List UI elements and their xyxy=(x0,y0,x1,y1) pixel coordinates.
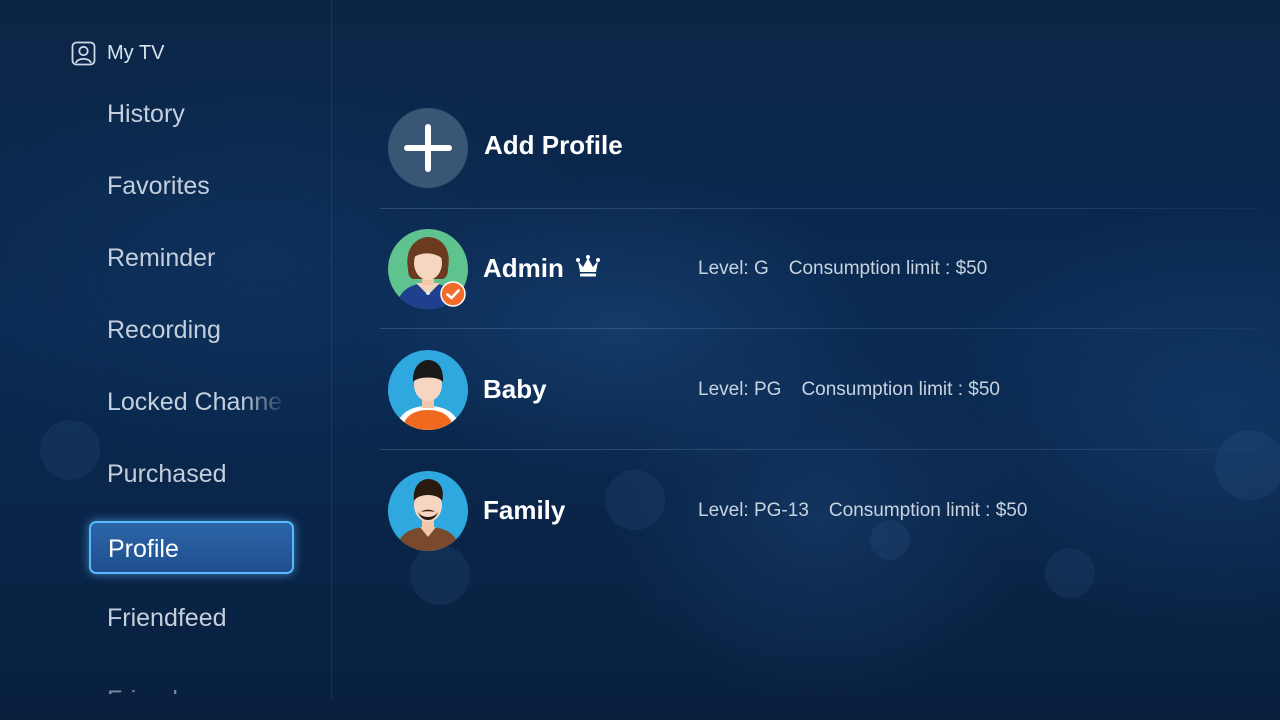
profile-row-family[interactable]: Family Level: PG-13 Consumption limit : $… xyxy=(380,451,1260,571)
profile-name: Admin xyxy=(483,253,564,283)
divider xyxy=(380,449,1260,450)
my-tv-title: My TV xyxy=(107,41,165,64)
profile-info: Level: PG-13 Consumption limit : $50 xyxy=(698,500,1027,522)
sidebar-item-friendfeed[interactable]: Friendfeed xyxy=(107,598,287,638)
add-profile-label[interactable]: Add Profile xyxy=(484,130,623,161)
user-icon xyxy=(71,41,96,66)
profile-row-admin[interactable]: Admin Level: G Consumption limit : $50 xyxy=(380,209,1260,329)
profile-row-baby[interactable]: Baby Level: PG Consumption limit : $50 xyxy=(380,330,1260,450)
add-profile-circle[interactable] xyxy=(388,108,468,188)
plus-icon xyxy=(404,124,452,172)
my-tv-header: My TV xyxy=(71,39,164,67)
man-avatar-icon xyxy=(388,471,468,551)
profile-consumption-limit: Consumption limit : $50 xyxy=(788,258,988,279)
sidebar-item-friends[interactable]: Friends xyxy=(107,680,287,694)
profile-level: Level: PG xyxy=(698,379,782,400)
profile-info: Level: PG Consumption limit : $50 xyxy=(698,379,1000,401)
sidebar: My TV History Favorites Reminder Recordi… xyxy=(0,0,332,700)
sidebar-item-favorites[interactable]: Favorites xyxy=(107,166,287,206)
profile-consumption-limit: Consumption limit : $50 xyxy=(828,500,1028,521)
divider xyxy=(380,328,1260,329)
sidebar-item-profile[interactable]: Profile xyxy=(89,521,294,574)
sidebar-item-reminder[interactable]: Reminder xyxy=(107,238,287,278)
profile-name: Baby xyxy=(483,374,547,404)
sidebar-item-purchased[interactable]: Purchased xyxy=(107,454,287,494)
profile-consumption-limit: Consumption limit : $50 xyxy=(801,379,1000,400)
profile-level: Level: PG-13 xyxy=(698,500,809,521)
profile-level: Level: G xyxy=(698,258,769,279)
profile-info: Level: G Consumption limit : $50 xyxy=(698,258,987,280)
woman-avatar-icon xyxy=(388,229,468,309)
crown-icon xyxy=(576,255,600,277)
profile-name: Family xyxy=(483,495,566,525)
checkmark-icon xyxy=(440,281,466,307)
sidebar-item-recording[interactable]: Recording xyxy=(107,310,287,350)
sidebar-item-history[interactable]: History xyxy=(107,94,287,134)
child-avatar-icon xyxy=(388,350,468,430)
sidebar-item-locked-channels[interactable]: Locked Channe xyxy=(107,382,287,422)
